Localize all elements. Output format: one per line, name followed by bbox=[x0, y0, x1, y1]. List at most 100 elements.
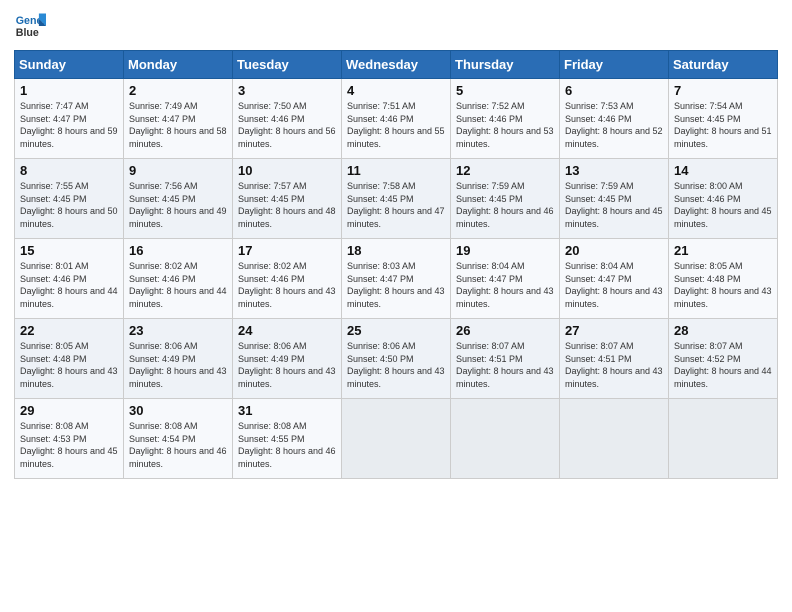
day-number: 23 bbox=[129, 323, 227, 338]
week-row-1: 1 Sunrise: 7:47 AM Sunset: 4:47 PM Dayli… bbox=[15, 79, 778, 159]
daylight: Daylight: 8 hours and 45 minutes. bbox=[20, 445, 118, 470]
day-cell: 26 Sunrise: 8:07 AM Sunset: 4:51 PM Dayl… bbox=[451, 319, 560, 399]
day-cell: 28 Sunrise: 8:07 AM Sunset: 4:52 PM Dayl… bbox=[669, 319, 778, 399]
daylight: Daylight: 8 hours and 56 minutes. bbox=[238, 125, 336, 150]
day-info: Sunrise: 7:57 AM Sunset: 4:45 PM Dayligh… bbox=[238, 180, 336, 230]
sunrise: Sunrise: 7:55 AM bbox=[20, 180, 118, 193]
day-number: 22 bbox=[20, 323, 118, 338]
day-number: 3 bbox=[238, 83, 336, 98]
daylight: Daylight: 8 hours and 52 minutes. bbox=[565, 125, 663, 150]
day-number: 15 bbox=[20, 243, 118, 258]
day-cell: 15 Sunrise: 8:01 AM Sunset: 4:46 PM Dayl… bbox=[15, 239, 124, 319]
weekday-header-wednesday: Wednesday bbox=[342, 51, 451, 79]
sunset: Sunset: 4:54 PM bbox=[129, 433, 227, 446]
day-info: Sunrise: 8:06 AM Sunset: 4:50 PM Dayligh… bbox=[347, 340, 445, 390]
day-cell: 5 Sunrise: 7:52 AM Sunset: 4:46 PM Dayli… bbox=[451, 79, 560, 159]
daylight: Daylight: 8 hours and 48 minutes. bbox=[238, 205, 336, 230]
sunrise: Sunrise: 8:06 AM bbox=[347, 340, 445, 353]
day-number: 17 bbox=[238, 243, 336, 258]
sunrise: Sunrise: 8:07 AM bbox=[674, 340, 772, 353]
daylight: Daylight: 8 hours and 50 minutes. bbox=[20, 205, 118, 230]
day-cell: 30 Sunrise: 8:08 AM Sunset: 4:54 PM Dayl… bbox=[124, 399, 233, 479]
sunset: Sunset: 4:45 PM bbox=[238, 193, 336, 206]
sunset: Sunset: 4:51 PM bbox=[565, 353, 663, 366]
day-number: 13 bbox=[565, 163, 663, 178]
day-cell bbox=[451, 399, 560, 479]
sunrise: Sunrise: 7:49 AM bbox=[129, 100, 227, 113]
day-number: 31 bbox=[238, 403, 336, 418]
day-cell bbox=[560, 399, 669, 479]
day-info: Sunrise: 8:05 AM Sunset: 4:48 PM Dayligh… bbox=[20, 340, 118, 390]
day-cell: 17 Sunrise: 8:02 AM Sunset: 4:46 PM Dayl… bbox=[233, 239, 342, 319]
day-info: Sunrise: 8:02 AM Sunset: 4:46 PM Dayligh… bbox=[238, 260, 336, 310]
day-info: Sunrise: 7:49 AM Sunset: 4:47 PM Dayligh… bbox=[129, 100, 227, 150]
day-number: 8 bbox=[20, 163, 118, 178]
day-info: Sunrise: 8:02 AM Sunset: 4:46 PM Dayligh… bbox=[129, 260, 227, 310]
daylight: Daylight: 8 hours and 49 minutes. bbox=[129, 205, 227, 230]
weekday-header-tuesday: Tuesday bbox=[233, 51, 342, 79]
daylight: Daylight: 8 hours and 46 minutes. bbox=[238, 445, 336, 470]
day-number: 6 bbox=[565, 83, 663, 98]
sunrise: Sunrise: 7:52 AM bbox=[456, 100, 554, 113]
logo-icon: General Blue bbox=[14, 10, 46, 42]
day-info: Sunrise: 8:07 AM Sunset: 4:51 PM Dayligh… bbox=[456, 340, 554, 390]
day-cell: 29 Sunrise: 8:08 AM Sunset: 4:53 PM Dayl… bbox=[15, 399, 124, 479]
sunset: Sunset: 4:47 PM bbox=[565, 273, 663, 286]
calendar-header: SundayMondayTuesdayWednesdayThursdayFrid… bbox=[15, 51, 778, 79]
sunset: Sunset: 4:51 PM bbox=[456, 353, 554, 366]
sunset: Sunset: 4:53 PM bbox=[20, 433, 118, 446]
sunrise: Sunrise: 8:08 AM bbox=[20, 420, 118, 433]
calendar-body: 1 Sunrise: 7:47 AM Sunset: 4:47 PM Dayli… bbox=[15, 79, 778, 479]
day-info: Sunrise: 7:54 AM Sunset: 4:45 PM Dayligh… bbox=[674, 100, 772, 150]
day-number: 4 bbox=[347, 83, 445, 98]
weekday-header-monday: Monday bbox=[124, 51, 233, 79]
sunrise: Sunrise: 8:04 AM bbox=[456, 260, 554, 273]
sunset: Sunset: 4:45 PM bbox=[456, 193, 554, 206]
daylight: Daylight: 8 hours and 43 minutes. bbox=[347, 285, 445, 310]
day-cell: 1 Sunrise: 7:47 AM Sunset: 4:47 PM Dayli… bbox=[15, 79, 124, 159]
sunrise: Sunrise: 8:01 AM bbox=[20, 260, 118, 273]
day-info: Sunrise: 8:04 AM Sunset: 4:47 PM Dayligh… bbox=[565, 260, 663, 310]
weekday-header-thursday: Thursday bbox=[451, 51, 560, 79]
sunrise: Sunrise: 8:04 AM bbox=[565, 260, 663, 273]
day-info: Sunrise: 7:56 AM Sunset: 4:45 PM Dayligh… bbox=[129, 180, 227, 230]
day-number: 21 bbox=[674, 243, 772, 258]
day-cell bbox=[669, 399, 778, 479]
day-cell: 23 Sunrise: 8:06 AM Sunset: 4:49 PM Dayl… bbox=[124, 319, 233, 399]
day-info: Sunrise: 8:07 AM Sunset: 4:52 PM Dayligh… bbox=[674, 340, 772, 390]
sunset: Sunset: 4:45 PM bbox=[20, 193, 118, 206]
svg-text:Blue: Blue bbox=[16, 27, 39, 39]
day-cell: 19 Sunrise: 8:04 AM Sunset: 4:47 PM Dayl… bbox=[451, 239, 560, 319]
day-number: 2 bbox=[129, 83, 227, 98]
day-cell: 31 Sunrise: 8:08 AM Sunset: 4:55 PM Dayl… bbox=[233, 399, 342, 479]
sunset: Sunset: 4:46 PM bbox=[20, 273, 118, 286]
day-info: Sunrise: 8:08 AM Sunset: 4:54 PM Dayligh… bbox=[129, 420, 227, 470]
sunset: Sunset: 4:46 PM bbox=[674, 193, 772, 206]
day-cell: 18 Sunrise: 8:03 AM Sunset: 4:47 PM Dayl… bbox=[342, 239, 451, 319]
sunrise: Sunrise: 8:08 AM bbox=[238, 420, 336, 433]
day-info: Sunrise: 8:05 AM Sunset: 4:48 PM Dayligh… bbox=[674, 260, 772, 310]
daylight: Daylight: 8 hours and 44 minutes. bbox=[674, 365, 772, 390]
daylight: Daylight: 8 hours and 46 minutes. bbox=[456, 205, 554, 230]
weekday-header-sunday: Sunday bbox=[15, 51, 124, 79]
day-cell: 10 Sunrise: 7:57 AM Sunset: 4:45 PM Dayl… bbox=[233, 159, 342, 239]
sunset: Sunset: 4:47 PM bbox=[20, 113, 118, 126]
day-cell: 21 Sunrise: 8:05 AM Sunset: 4:48 PM Dayl… bbox=[669, 239, 778, 319]
sunset: Sunset: 4:45 PM bbox=[347, 193, 445, 206]
sunrise: Sunrise: 7:59 AM bbox=[565, 180, 663, 193]
daylight: Daylight: 8 hours and 45 minutes. bbox=[565, 205, 663, 230]
daylight: Daylight: 8 hours and 45 minutes. bbox=[674, 205, 772, 230]
sunrise: Sunrise: 7:51 AM bbox=[347, 100, 445, 113]
day-cell: 20 Sunrise: 8:04 AM Sunset: 4:47 PM Dayl… bbox=[560, 239, 669, 319]
day-number: 9 bbox=[129, 163, 227, 178]
day-cell: 25 Sunrise: 8:06 AM Sunset: 4:50 PM Dayl… bbox=[342, 319, 451, 399]
daylight: Daylight: 8 hours and 59 minutes. bbox=[20, 125, 118, 150]
day-info: Sunrise: 8:06 AM Sunset: 4:49 PM Dayligh… bbox=[238, 340, 336, 390]
calendar: SundayMondayTuesdayWednesdayThursdayFrid… bbox=[14, 50, 778, 479]
sunset: Sunset: 4:52 PM bbox=[674, 353, 772, 366]
daylight: Daylight: 8 hours and 43 minutes. bbox=[565, 285, 663, 310]
sunset: Sunset: 4:47 PM bbox=[129, 113, 227, 126]
sunrise: Sunrise: 8:05 AM bbox=[674, 260, 772, 273]
sunrise: Sunrise: 8:02 AM bbox=[238, 260, 336, 273]
week-row-3: 15 Sunrise: 8:01 AM Sunset: 4:46 PM Dayl… bbox=[15, 239, 778, 319]
